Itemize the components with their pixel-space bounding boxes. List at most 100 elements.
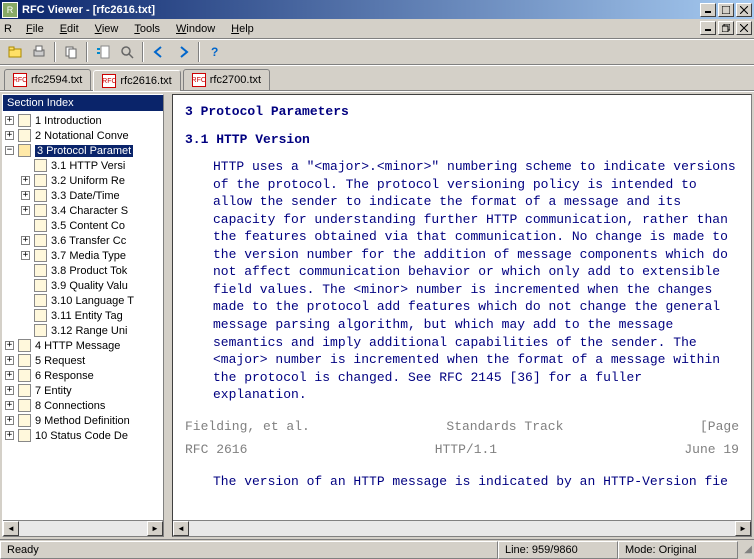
document-tab[interactable]: RFCrfc2616.txt bbox=[93, 70, 180, 91]
index-button[interactable] bbox=[92, 41, 114, 63]
tree-label[interactable]: 5 Request bbox=[35, 355, 85, 367]
scroll-track[interactable] bbox=[189, 521, 735, 536]
expand-icon[interactable]: + bbox=[21, 206, 30, 215]
tree-node[interactable]: +2 Notational Conve bbox=[5, 128, 161, 143]
minimize-button[interactable] bbox=[700, 3, 716, 17]
tree-node[interactable]: 3.11 Entity Tag bbox=[21, 308, 161, 323]
tree-label[interactable]: 8 Connections bbox=[35, 400, 105, 412]
menu-view[interactable]: View bbox=[87, 21, 127, 37]
expand-icon[interactable]: + bbox=[5, 131, 14, 140]
tree-node[interactable]: +10 Status Code De bbox=[5, 428, 161, 443]
expand-icon[interactable]: + bbox=[5, 386, 14, 395]
document-content[interactable]: 3 Protocol Parameters 3.1 HTTP Version H… bbox=[173, 95, 751, 520]
tree-label[interactable]: 3.2 Uniform Re bbox=[51, 175, 125, 187]
tree-node[interactable]: 3.12 Range Uni bbox=[21, 323, 161, 338]
scroll-left-button[interactable]: ◄ bbox=[3, 521, 19, 536]
tree-node[interactable]: +3.7 Media Type bbox=[21, 248, 161, 263]
footer-author: Fielding, et al. bbox=[185, 418, 310, 436]
tree-label[interactable]: 3.12 Range Uni bbox=[51, 325, 127, 337]
tree-node[interactable]: +3.4 Character S bbox=[21, 203, 161, 218]
expand-icon[interactable]: + bbox=[21, 236, 30, 245]
tree-label[interactable]: 3.6 Transfer Cc bbox=[51, 235, 126, 247]
close-button[interactable] bbox=[736, 3, 752, 17]
tree-label[interactable]: 3.9 Quality Valu bbox=[51, 280, 128, 292]
resize-grip[interactable]: ◢ bbox=[738, 542, 754, 557]
splitter[interactable] bbox=[166, 92, 170, 539]
collapse-icon[interactable]: − bbox=[5, 146, 14, 155]
scroll-right-button[interactable]: ► bbox=[147, 521, 163, 536]
tree-label[interactable]: 10 Status Code De bbox=[35, 430, 128, 442]
tree-label[interactable]: 2 Notational Conve bbox=[35, 130, 129, 142]
menu-file[interactable]: File bbox=[18, 21, 52, 37]
tree-label[interactable]: 3.11 Entity Tag bbox=[51, 310, 123, 322]
expand-icon[interactable]: + bbox=[5, 116, 14, 125]
tree-label[interactable]: 3.5 Content Co bbox=[51, 220, 125, 232]
menu-edit[interactable]: Edit bbox=[52, 21, 87, 37]
expand-icon[interactable]: + bbox=[5, 356, 14, 365]
tree-node[interactable]: +6 Response bbox=[5, 368, 161, 383]
tree-node[interactable]: +3.3 Date/Time bbox=[21, 188, 161, 203]
tree-node[interactable]: +8 Connections bbox=[5, 398, 161, 413]
menu-help[interactable]: Help bbox=[223, 21, 262, 37]
tree-node[interactable]: +3.6 Transfer Cc bbox=[21, 233, 161, 248]
tree-node[interactable]: +7 Entity bbox=[5, 383, 161, 398]
expand-icon[interactable]: + bbox=[21, 251, 30, 260]
tree-label[interactable]: 6 Response bbox=[35, 370, 94, 382]
maximize-button[interactable] bbox=[718, 3, 734, 17]
tree-node[interactable]: +4 HTTP Message bbox=[5, 338, 161, 353]
page-footer: Fielding, et al. Standards Track [Page bbox=[185, 418, 739, 436]
subsection-heading: 3.1 HTTP Version bbox=[185, 131, 739, 149]
menu-window[interactable]: Window bbox=[168, 21, 223, 37]
content-panel: 3 Protocol Parameters 3.1 HTTP Version H… bbox=[172, 94, 752, 537]
scroll-right-button[interactable]: ► bbox=[735, 521, 751, 536]
tree-node[interactable]: +9 Method Definition bbox=[5, 413, 161, 428]
section-tree[interactable]: +1 Introduction+2 Notational Conve−3 Pro… bbox=[3, 111, 163, 520]
sidebar-hscroll[interactable]: ◄ ► bbox=[3, 520, 163, 536]
print-button[interactable] bbox=[28, 41, 50, 63]
tree-node[interactable]: +1 Introduction bbox=[5, 113, 161, 128]
help-button[interactable]: ? bbox=[204, 41, 226, 63]
tree-label[interactable]: 9 Method Definition bbox=[35, 415, 130, 427]
tree-label[interactable]: 3.4 Character S bbox=[51, 205, 128, 217]
tree-label[interactable]: 1 Introduction bbox=[35, 115, 102, 127]
mdi-restore-button[interactable] bbox=[718, 21, 734, 35]
open-button[interactable] bbox=[4, 41, 26, 63]
tree-node[interactable]: 3.5 Content Co bbox=[21, 218, 161, 233]
tree-label[interactable]: 3.3 Date/Time bbox=[51, 190, 120, 202]
rfc-icon: RFC bbox=[102, 74, 116, 88]
tree-node[interactable]: − 3 Protocol Paramet bbox=[5, 143, 161, 158]
tree-label[interactable]: 3.7 Media Type bbox=[51, 250, 126, 262]
tree-node[interactable]: 3.1 HTTP Versi bbox=[21, 158, 161, 173]
tree-node[interactable]: +3.2 Uniform Re bbox=[21, 173, 161, 188]
tree-node[interactable]: +5 Request bbox=[5, 353, 161, 368]
mdi-close-button[interactable] bbox=[736, 21, 752, 35]
document-tab[interactable]: RFCrfc2594.txt bbox=[4, 69, 91, 90]
document-tab[interactable]: RFCrfc2700.txt bbox=[183, 69, 270, 90]
expand-icon[interactable]: + bbox=[5, 341, 14, 350]
paragraph: HTTP uses a "<major>.<minor>" numbering … bbox=[213, 158, 739, 404]
content-hscroll[interactable]: ◄ ► bbox=[173, 520, 751, 536]
search-button[interactable] bbox=[116, 41, 138, 63]
expand-icon[interactable]: + bbox=[5, 371, 14, 380]
copy-button[interactable] bbox=[60, 41, 82, 63]
tree-label[interactable]: 3.10 Language T bbox=[51, 295, 134, 307]
tree-node[interactable]: 3.9 Quality Valu bbox=[21, 278, 161, 293]
forward-button[interactable] bbox=[172, 41, 194, 63]
tree-label[interactable]: 3 Protocol Paramet bbox=[35, 145, 133, 157]
tree-node[interactable]: 3.10 Language T bbox=[21, 293, 161, 308]
tree-label[interactable]: 7 Entity bbox=[35, 385, 72, 397]
tree-label[interactable]: 3.8 Product Tok bbox=[51, 265, 127, 277]
expand-icon[interactable]: + bbox=[21, 176, 30, 185]
tree-node[interactable]: 3.8 Product Tok bbox=[21, 263, 161, 278]
mdi-minimize-button[interactable] bbox=[700, 21, 716, 35]
scroll-left-button[interactable]: ◄ bbox=[173, 521, 189, 536]
expand-icon[interactable]: + bbox=[5, 416, 14, 425]
tree-label[interactable]: 3.1 HTTP Versi bbox=[51, 160, 125, 172]
expand-icon[interactable]: + bbox=[5, 431, 14, 440]
expand-icon[interactable]: + bbox=[5, 401, 14, 410]
tree-label[interactable]: 4 HTTP Message bbox=[35, 340, 120, 352]
expand-icon[interactable]: + bbox=[21, 191, 30, 200]
back-button[interactable] bbox=[148, 41, 170, 63]
menu-tools[interactable]: Tools bbox=[126, 21, 168, 37]
scroll-track[interactable] bbox=[19, 521, 147, 536]
